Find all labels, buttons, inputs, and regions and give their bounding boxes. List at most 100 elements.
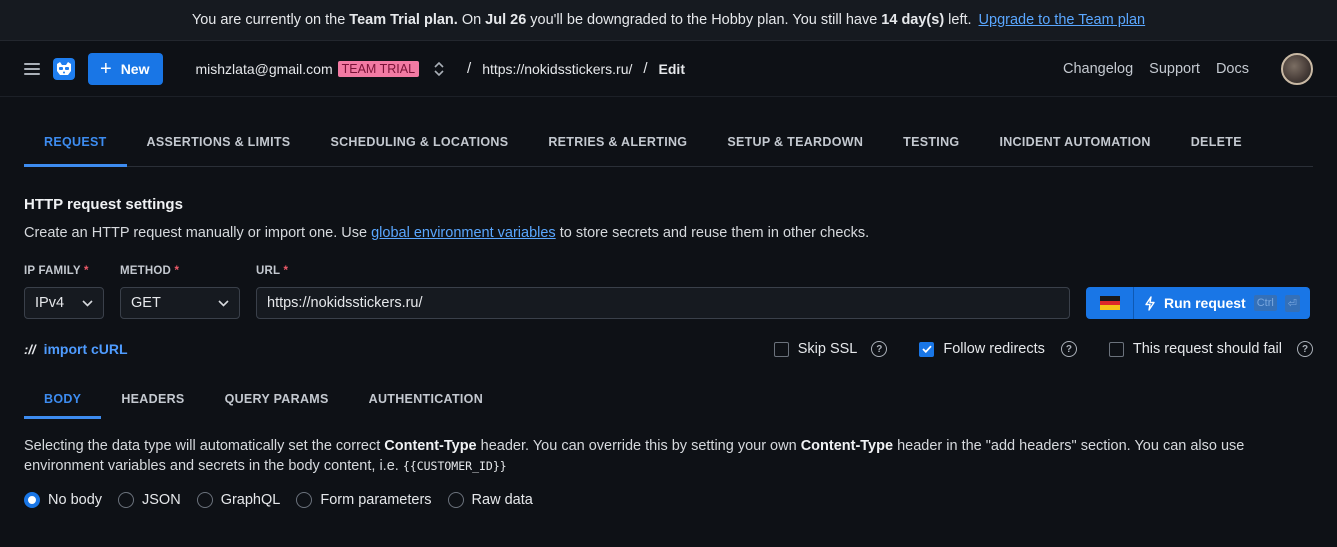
method-field: METHOD * GET	[120, 265, 240, 319]
chevron-updown-icon[interactable]	[433, 61, 445, 77]
chevron-down-icon	[82, 299, 93, 307]
method-label: METHOD *	[120, 265, 180, 277]
account-email[interactable]: mishzlata@gmail.com	[195, 61, 332, 77]
banner-plan: Team Trial plan.	[349, 12, 458, 28]
check-tabs: REQUEST ASSERTIONS & LIMITS SCHEDULING &…	[24, 117, 1313, 167]
tab-retries[interactable]: RETRIES & ALERTING	[528, 117, 707, 166]
avatar[interactable]	[1281, 52, 1313, 85]
should-fail-label: This request should fail	[1132, 341, 1282, 357]
url-field: URL * https://nokidsstickers.ru/	[256, 265, 1070, 319]
banner-text-3: you'll be downgraded to the Hobby plan. …	[530, 12, 878, 28]
banner-text-2: On	[461, 12, 482, 28]
radio-json[interactable]: JSON	[118, 492, 181, 508]
curl-icon: ://	[24, 341, 36, 357]
tab-setup[interactable]: SETUP & TEARDOWN	[707, 117, 883, 166]
method-select[interactable]: GET	[120, 287, 240, 319]
import-curl-label: import cURL	[43, 341, 128, 357]
radio-selected-icon	[24, 492, 40, 508]
radio-label: JSON	[142, 492, 181, 508]
radio-graphql[interactable]: GraphQL	[196, 492, 281, 508]
radio-unselected-icon	[118, 492, 135, 508]
breadcrumb-separator: /	[643, 60, 648, 77]
support-link[interactable]: Support	[1149, 61, 1200, 77]
desc-text-1: Create an HTTP request manually or impor…	[24, 225, 368, 241]
checkmark-icon	[922, 345, 932, 353]
new-button[interactable]: + New	[88, 52, 164, 85]
question-circle-icon[interactable]: ?	[871, 341, 888, 357]
url-input[interactable]: https://nokidsstickers.ru/	[256, 287, 1070, 319]
plan-badge: TEAM TRIAL	[337, 60, 420, 77]
run-request-label: Run request	[1164, 295, 1246, 311]
tab-body[interactable]: BODY	[24, 379, 102, 419]
location-button[interactable]	[1086, 287, 1134, 319]
kbd-enter: ⏎	[1284, 294, 1301, 312]
tab-scheduling[interactable]: SCHEDULING & LOCATIONS	[310, 117, 528, 166]
should-fail-checkbox[interactable]: This request should fail	[1108, 341, 1282, 357]
radio-raw-data[interactable]: Raw data	[447, 492, 533, 508]
ip-family-label: IP FAMILY *	[24, 265, 89, 277]
checkbox-checked	[919, 341, 935, 357]
skip-ssl-label: Skip SSL	[797, 341, 858, 357]
upgrade-link[interactable]: Upgrade to the Team plan	[979, 12, 1146, 28]
import-curl-link[interactable]: :// import cURL	[24, 341, 128, 357]
docs-link[interactable]: Docs	[1216, 61, 1249, 77]
radio-unselected-icon	[196, 492, 213, 508]
body-code-example: {{CUSTOMER_ID}}	[402, 459, 507, 473]
hamburger-icon[interactable]	[24, 62, 40, 75]
ip-family-select[interactable]: IPv4	[24, 287, 104, 319]
ip-family-field: IP FAMILY * IPv4	[24, 265, 104, 319]
breadcrumb-check[interactable]: https://nokidsstickers.ru/	[482, 61, 632, 77]
body-tabs: BODY HEADERS QUERY PARAMS AUTHENTICATION	[24, 379, 1313, 419]
tab-assertions[interactable]: ASSERTIONS & LIMITS	[127, 117, 311, 166]
body-bold-2: Content-Type	[800, 438, 894, 454]
section-description: Create an HTTP request manually or impor…	[24, 225, 1313, 241]
top-navigation: + New mishzlata@gmail.com TEAM TRIAL / h…	[0, 41, 1337, 97]
tab-incident[interactable]: INCIDENT AUTOMATION	[979, 117, 1170, 166]
question-circle-icon[interactable]: ?	[1060, 341, 1077, 357]
follow-redirects-label: Follow redirects	[943, 341, 1045, 357]
breadcrumb-edit: Edit	[658, 60, 685, 77]
checkbox-unchecked	[1108, 341, 1124, 357]
follow-redirects-checkbox[interactable]: Follow redirects	[919, 341, 1045, 357]
request-options-row: :// import cURL Skip SSL ? Follow redire…	[24, 341, 1313, 357]
plus-icon: +	[100, 57, 112, 80]
radio-no-body[interactable]: No body	[24, 492, 102, 508]
desc-text-2: to store secrets and reuse them in other…	[559, 225, 870, 241]
body-text-1: Selecting the data type will automatical…	[24, 438, 381, 454]
body-type-radios: No body JSON GraphQL Form parameters Raw…	[0, 492, 1337, 508]
breadcrumb-separator: /	[467, 60, 472, 77]
changelog-link[interactable]: Changelog	[1063, 61, 1133, 77]
raccoon-logo-icon[interactable]	[53, 57, 75, 80]
chevron-down-icon	[218, 299, 229, 307]
global-env-link[interactable]: global environment variables	[371, 225, 556, 241]
body-bold-1: Content-Type	[384, 438, 477, 454]
request-form-row: IP FAMILY * IPv4 METHOD * GET URL * http…	[24, 265, 1313, 319]
tab-testing[interactable]: TESTING	[883, 117, 979, 166]
trial-banner: You are currently on the Team Trial plan…	[0, 0, 1337, 41]
skip-ssl-checkbox[interactable]: Skip SSL	[773, 341, 858, 357]
radio-label: Raw data	[471, 492, 533, 508]
ip-family-value: IPv4	[35, 295, 65, 311]
tab-delete[interactable]: DELETE	[1171, 117, 1262, 166]
section-title: HTTP request settings	[24, 196, 183, 213]
radio-label: Form parameters	[320, 492, 432, 508]
radio-label: GraphQL	[220, 492, 281, 508]
url-label: URL *	[256, 265, 289, 277]
kbd-ctrl: Ctrl	[1253, 295, 1277, 311]
banner-text-4: left.	[948, 12, 972, 28]
request-settings-section: HTTP request settings Create an HTTP req…	[0, 196, 1337, 357]
run-request-button[interactable]: Run request Ctrl ⏎	[1134, 287, 1310, 319]
radio-form-parameters[interactable]: Form parameters	[296, 492, 432, 508]
banner-days: 14 day(s)	[881, 12, 945, 28]
radio-unselected-icon	[447, 492, 464, 508]
banner-text-1: You are currently on the	[191, 12, 346, 28]
question-circle-icon[interactable]: ?	[1297, 341, 1313, 357]
tab-authentication[interactable]: AUTHENTICATION	[349, 379, 503, 419]
radio-label: No body	[48, 492, 103, 508]
new-button-label: New	[120, 60, 150, 77]
tab-request[interactable]: REQUEST	[24, 117, 127, 167]
tab-headers[interactable]: HEADERS	[101, 379, 204, 419]
radio-unselected-icon	[296, 492, 313, 508]
tab-query-params[interactable]: QUERY PARAMS	[205, 379, 349, 419]
method-value: GET	[131, 295, 161, 311]
